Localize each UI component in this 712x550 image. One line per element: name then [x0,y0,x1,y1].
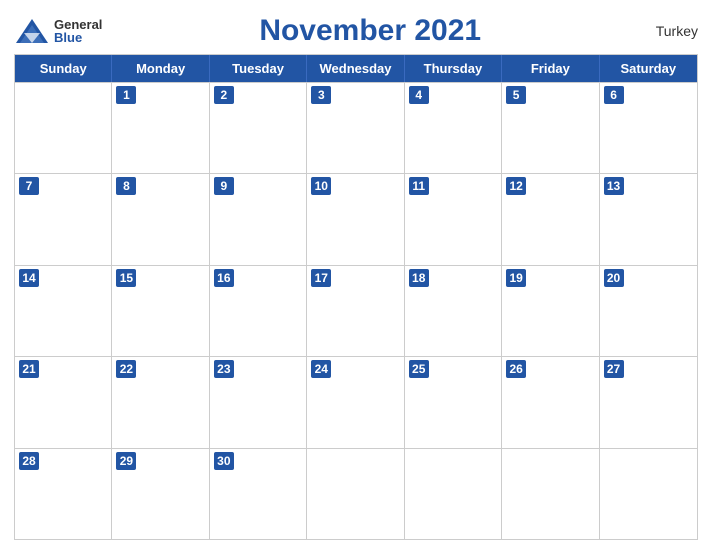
day-cell: 8 [112,174,209,264]
page-header: General Blue November 2021 Turkey [14,10,698,54]
day-cell: 14 [15,266,112,356]
day-number: 7 [19,177,39,195]
day-number: 5 [506,86,526,104]
logo-icon [14,17,50,45]
day-cell [405,449,502,539]
day-header-thursday: Thursday [405,55,502,82]
day-number: 25 [409,360,429,378]
day-cell [600,449,697,539]
day-header-friday: Friday [502,55,599,82]
day-cell: 19 [502,266,599,356]
week-row-3: 14 15 16 17 18 19 20 [15,265,697,356]
day-cell: 2 [210,83,307,173]
day-cell: 28 [15,449,112,539]
day-number: 27 [604,360,624,378]
day-cell: 11 [405,174,502,264]
day-cell: 4 [405,83,502,173]
day-number: 12 [506,177,526,195]
day-number: 15 [116,269,136,287]
day-cell: 23 [210,357,307,447]
day-cell [502,449,599,539]
day-cell: 12 [502,174,599,264]
day-header-wednesday: Wednesday [307,55,404,82]
day-number: 21 [19,360,39,378]
day-number: 3 [311,86,331,104]
day-number: 2 [214,86,234,104]
day-cell: 9 [210,174,307,264]
day-number: 23 [214,360,234,378]
day-number: 1 [116,86,136,104]
day-cell: 7 [15,174,112,264]
week-row-5: 28 29 30 [15,448,697,539]
day-number: 22 [116,360,136,378]
logo-text: General Blue [54,18,102,44]
day-cell: 20 [600,266,697,356]
day-cell: 21 [15,357,112,447]
day-cell: 1 [112,83,209,173]
day-cell: 13 [600,174,697,264]
logo: General Blue [14,17,102,45]
weeks: 1234567891011121314151617181920212223242… [15,82,697,539]
day-number: 6 [604,86,624,104]
days-header: SundayMondayTuesdayWednesdayThursdayFrid… [15,55,697,82]
day-number: 4 [409,86,429,104]
calendar: SundayMondayTuesdayWednesdayThursdayFrid… [14,54,698,540]
day-number: 29 [116,452,136,470]
day-header-tuesday: Tuesday [210,55,307,82]
day-cell: 16 [210,266,307,356]
day-number: 26 [506,360,526,378]
day-cell: 6 [600,83,697,173]
day-cell: 15 [112,266,209,356]
day-header-sunday: Sunday [15,55,112,82]
week-row-4: 21 22 23 24 25 26 27 [15,356,697,447]
day-number: 19 [506,269,526,287]
day-cell: 27 [600,357,697,447]
day-cell: 24 [307,357,404,447]
day-number: 17 [311,269,331,287]
day-number: 18 [409,269,429,287]
day-number: 10 [311,177,331,195]
day-number: 28 [19,452,39,470]
day-cell: 5 [502,83,599,173]
day-cell: 10 [307,174,404,264]
day-cell: 17 [307,266,404,356]
day-cell: 22 [112,357,209,447]
logo-blue: Blue [54,31,102,44]
day-number: 11 [409,177,429,195]
day-cell: 30 [210,449,307,539]
day-header-saturday: Saturday [600,55,697,82]
day-cell: 26 [502,357,599,447]
day-cell [15,83,112,173]
day-number: 14 [19,269,39,287]
week-row-2: 7 8 9 10 11 12 13 [15,173,697,264]
day-number: 30 [214,452,234,470]
day-cell: 29 [112,449,209,539]
week-row-1: 1 2 3 4 5 6 [15,82,697,173]
day-number: 13 [604,177,624,195]
day-cell: 25 [405,357,502,447]
day-number: 20 [604,269,624,287]
day-number: 24 [311,360,331,378]
day-header-monday: Monday [112,55,209,82]
country-label: Turkey [638,23,698,39]
day-number: 16 [214,269,234,287]
day-cell: 3 [307,83,404,173]
day-number: 8 [116,177,136,195]
day-cell: 18 [405,266,502,356]
month-title: November 2021 [102,14,638,48]
day-cell [307,449,404,539]
day-number: 9 [214,177,234,195]
